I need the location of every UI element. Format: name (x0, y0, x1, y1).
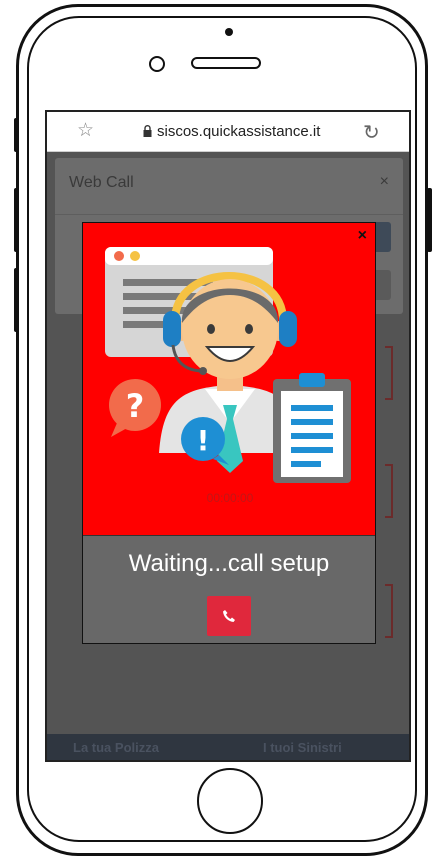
browser-url-bar[interactable]: ☆ siscos.quickassistance.it ↻ (47, 112, 409, 152)
svg-text:!: ! (197, 424, 210, 457)
lock-icon (143, 125, 152, 137)
call-timer: 00:00:00 (206, 491, 254, 505)
url-text[interactable]: siscos.quickassistance.it (157, 123, 320, 140)
reload-icon[interactable]: ↻ (363, 120, 380, 145)
proximity-sensor (225, 28, 233, 36)
nav-item-polizza[interactable]: La tua Polizza (73, 740, 159, 755)
front-camera (149, 56, 165, 72)
question-bubble-icon: ? (109, 379, 161, 437)
home-button[interactable] (197, 768, 263, 834)
card-edge (385, 584, 393, 638)
hangup-button[interactable] (207, 596, 251, 636)
dialog-divider (55, 214, 403, 215)
web-call-close-button[interactable]: × (380, 173, 389, 191)
bookmark-star-icon[interactable]: ☆ (77, 121, 94, 141)
earpiece-speaker (191, 57, 261, 69)
call-close-button[interactable]: × (358, 227, 367, 245)
call-status-panel: Waiting...call setup (83, 535, 375, 643)
phone-screen: ☆ siscos.quickassistance.it ↻ Web Call ×… (45, 110, 411, 762)
nav-item-sinistri[interactable]: I tuoi Sinistri (263, 740, 342, 755)
bottom-nav: La tua Polizza I tuoi Sinistri (47, 734, 409, 760)
phone-hangup-icon (223, 610, 235, 622)
web-call-title: Web Call (69, 174, 134, 191)
call-status-text: Waiting...call setup (128, 550, 330, 577)
call-modal: ? ! × 00:00:00 Waiting...call setup (82, 222, 376, 644)
support-agent-illustration: ? ! (105, 247, 351, 483)
svg-text:?: ? (126, 387, 145, 425)
clipboard-icon (273, 373, 351, 483)
card-edge (385, 464, 393, 518)
card-edge (385, 346, 393, 400)
